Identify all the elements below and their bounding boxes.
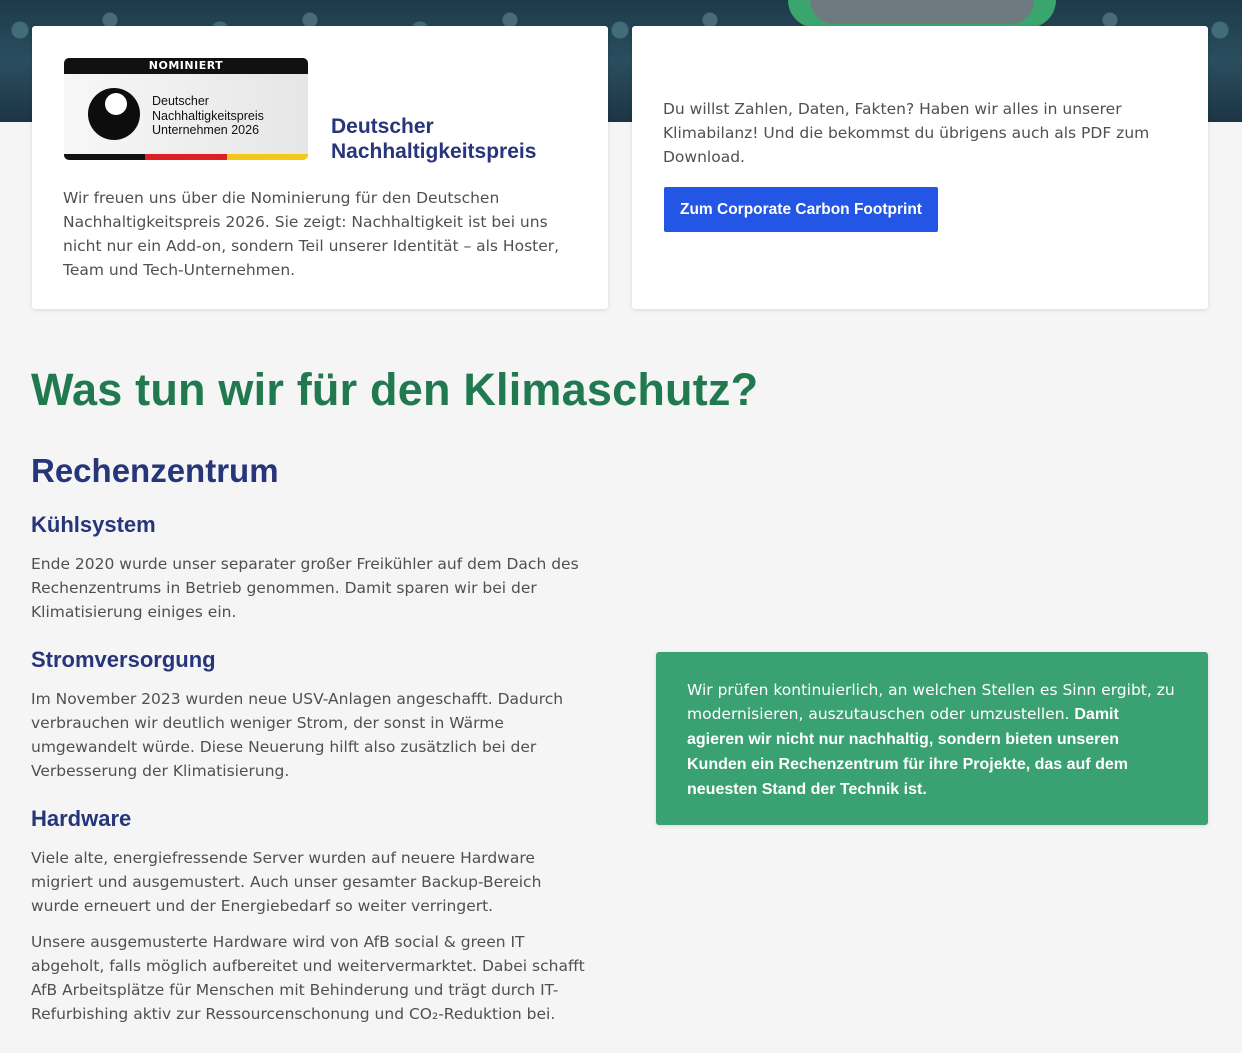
page-heading: Was tun wir für den Klimaschutz? bbox=[31, 364, 759, 415]
award-badge: NOMINIERT Deutscher Nachhaltigkeitspreis… bbox=[64, 58, 308, 160]
hero-person-image bbox=[788, 0, 1056, 28]
carbon-footprint-card: Du willst Zahlen, Daten, Fakten? Haben w… bbox=[632, 26, 1208, 309]
callout-box: Wir prüfen kontinuierlich, an welchen St… bbox=[656, 652, 1208, 825]
section-title: Rechenzentrum bbox=[31, 452, 279, 489]
carbon-text: Du willst Zahlen, Daten, Fakten? Haben w… bbox=[663, 100, 1150, 166]
badge-text: Deutscher Nachhaltigkeitspreis Unternehm… bbox=[152, 94, 264, 137]
badge-top-label: NOMINIERT bbox=[64, 58, 308, 74]
power-title: Stromversorgung bbox=[31, 647, 216, 672]
award-card: NOMINIERT Deutscher Nachhaltigkeitspreis… bbox=[32, 26, 608, 309]
cooling-text: Ende 2020 wurde unser separater großer F… bbox=[31, 555, 579, 621]
hardware-title: Hardware bbox=[31, 806, 132, 831]
power-text: Im November 2023 wurden neue USV-Anlagen… bbox=[31, 690, 564, 780]
award-text: Wir freuen uns über die Nominierung für … bbox=[63, 189, 560, 279]
award-title: Deutscher Nachhaltigkeitspreis bbox=[331, 115, 537, 163]
award-logo-icon bbox=[88, 88, 140, 140]
hardware-text-2: Unsere ausgemusterte Hardware wird von A… bbox=[31, 933, 585, 1023]
carbon-footprint-button[interactable]: Zum Corporate Carbon Footprint bbox=[664, 187, 938, 232]
hardware-text-1: Viele alte, energiefressende Server wurd… bbox=[31, 849, 542, 915]
flag-stripe bbox=[64, 154, 308, 160]
cooling-title: Kühlsystem bbox=[31, 512, 156, 537]
